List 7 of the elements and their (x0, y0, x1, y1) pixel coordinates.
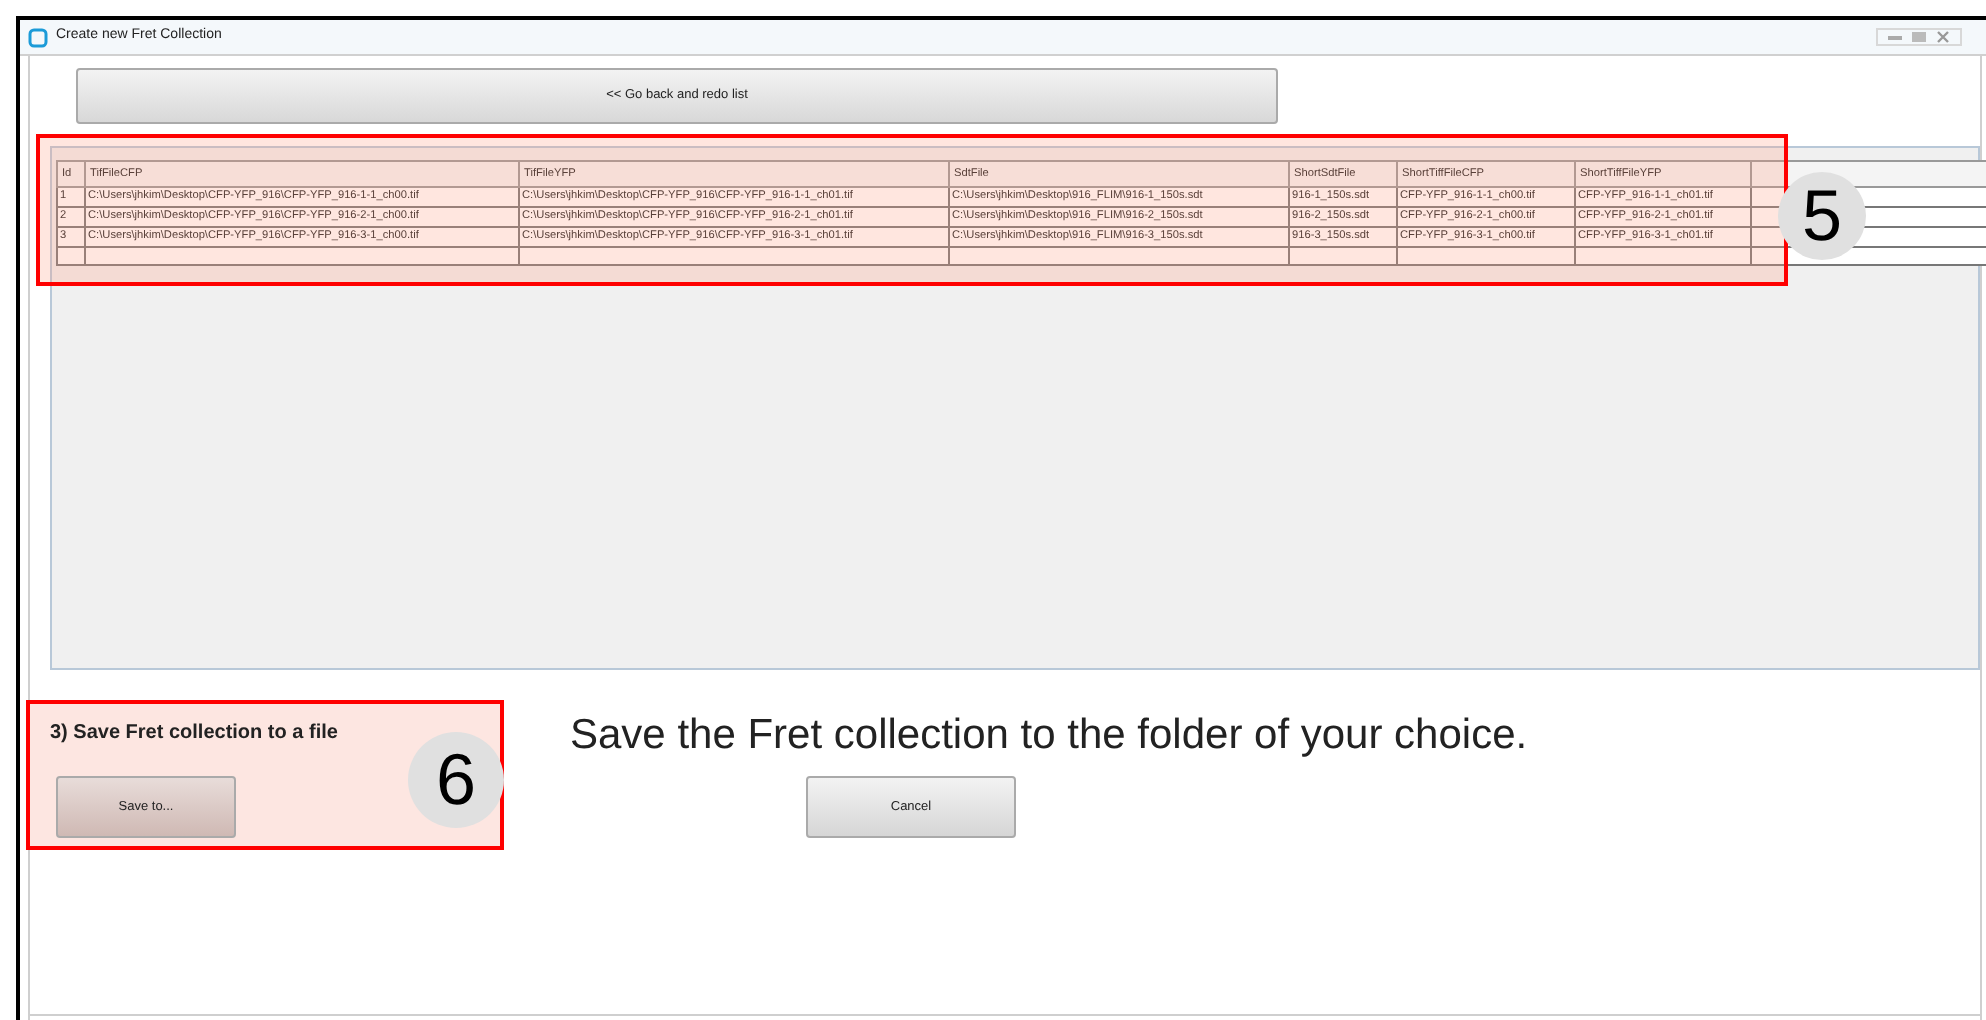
step-badge: 6 (408, 732, 504, 828)
instruction-text: Save the Fret collection to the folder of your choice. (570, 710, 1530, 762)
app-icon (28, 27, 48, 47)
maximize-icon[interactable] (1910, 30, 1928, 44)
minimize-icon[interactable] (1886, 30, 1904, 44)
section-heading: 3) Save Fret collection to a file (50, 720, 338, 748)
close-icon[interactable] (1934, 30, 1952, 44)
